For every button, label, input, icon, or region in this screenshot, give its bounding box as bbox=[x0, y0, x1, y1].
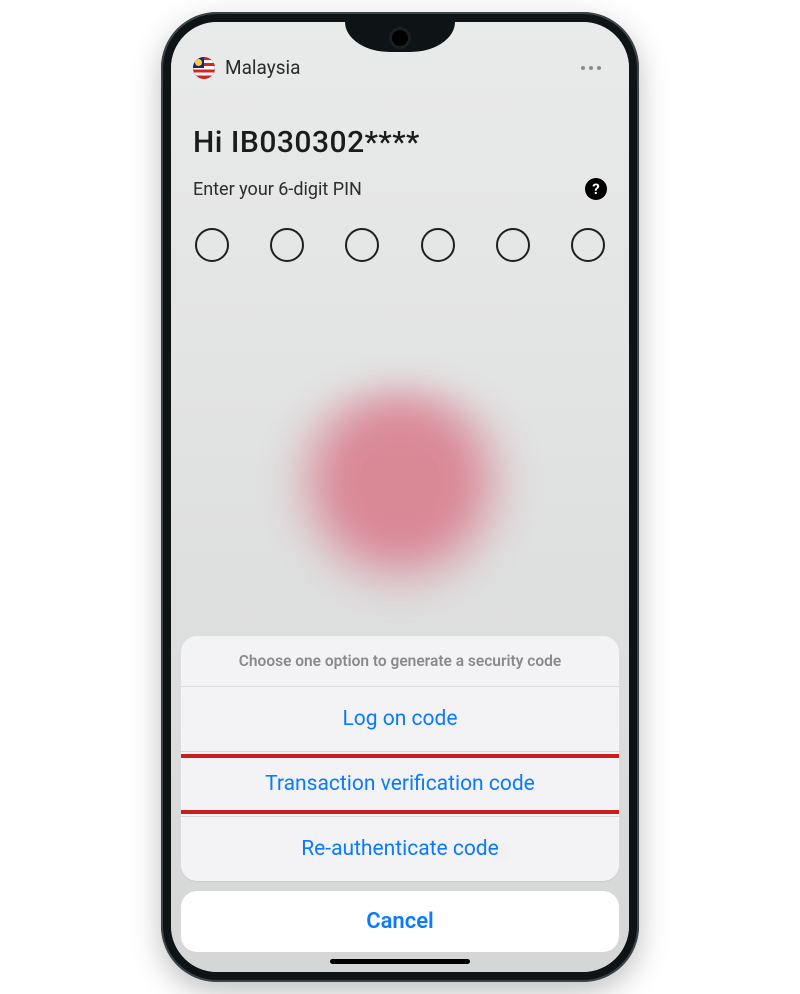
phone-screen: Malaysia Hi IB030302**** Enter your 6-di… bbox=[171, 22, 629, 972]
cancel-button[interactable]: Cancel bbox=[181, 891, 619, 952]
phone-frame: Malaysia Hi IB030302**** Enter your 6-di… bbox=[161, 12, 639, 982]
option-log-on-code[interactable]: Log on code bbox=[181, 687, 619, 752]
stage: Malaysia Hi IB030302**** Enter your 6-di… bbox=[0, 0, 800, 994]
option-re-authenticate-code[interactable]: Re-authenticate code bbox=[181, 817, 619, 881]
action-sheet-title: Choose one option to generate a security… bbox=[181, 636, 619, 687]
home-indicator[interactable] bbox=[330, 959, 470, 964]
action-sheet: Choose one option to generate a security… bbox=[181, 636, 619, 952]
action-sheet-group: Choose one option to generate a security… bbox=[181, 636, 619, 881]
option-transaction-verification-code[interactable]: Transaction verification code bbox=[181, 752, 619, 817]
